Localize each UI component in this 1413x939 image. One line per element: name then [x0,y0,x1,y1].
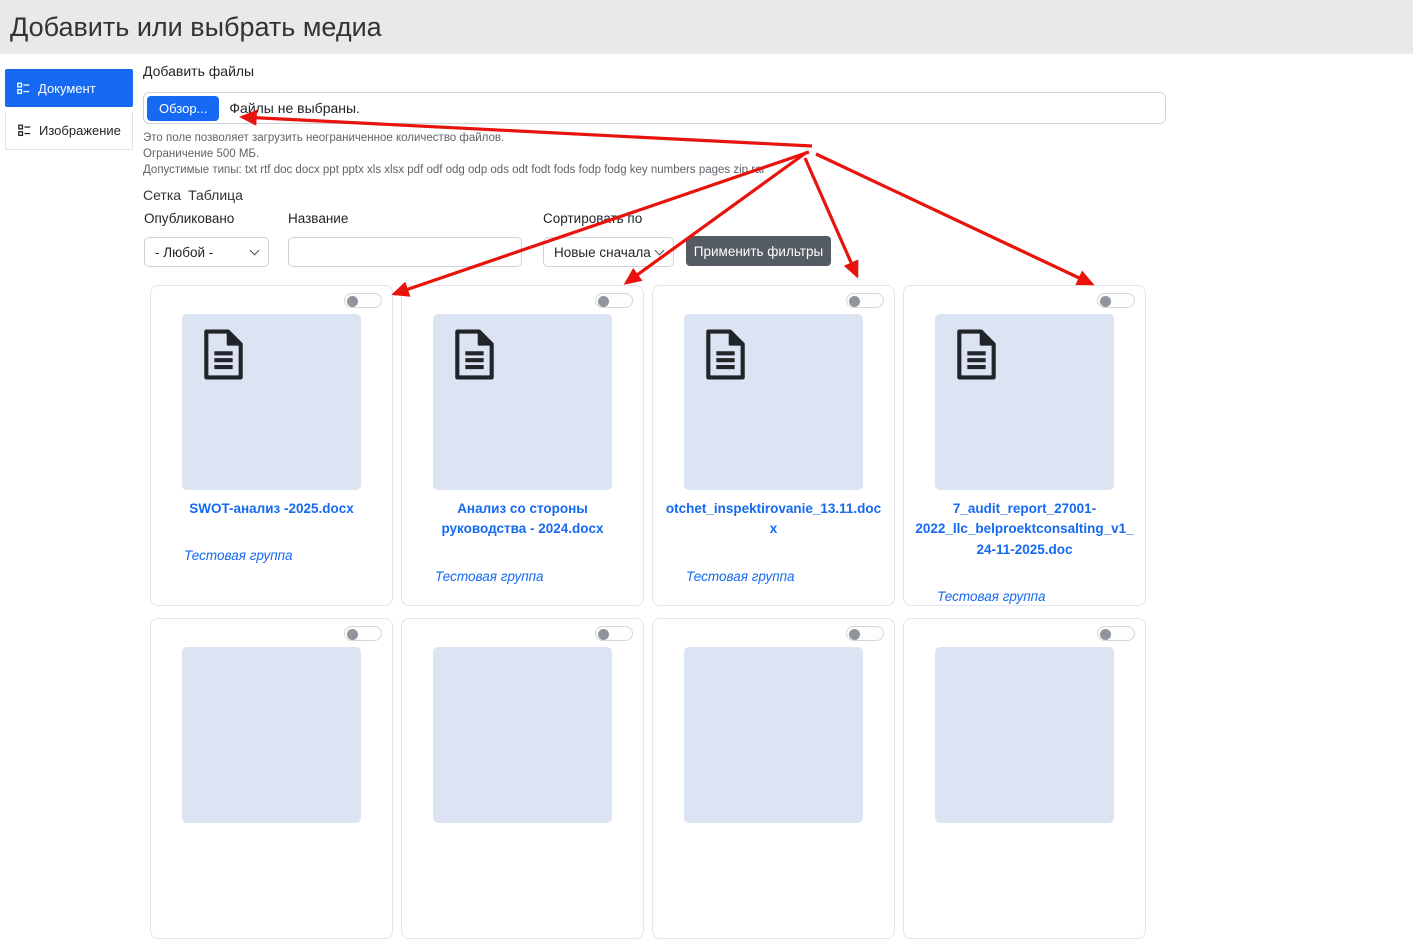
toggle-knob [347,296,358,307]
document-preview [433,647,612,823]
dialog-header: Добавить или выбрать медиа [0,0,1413,54]
browse-button[interactable]: Обзор... [147,96,219,121]
media-card: Анализ со стороны руководства - 2024.doc… [401,285,644,606]
group-row: Тестовая группа [435,568,643,586]
file-text-icon [196,326,251,383]
checklist-icon [18,124,31,137]
document-preview [684,647,863,823]
media-card [652,618,895,939]
toggle-knob [598,629,609,640]
group-row: Тестовая группа [184,547,392,565]
group-row: Тестовая группа [937,588,1145,606]
media-file-link[interactable]: otchet_inspektirovanie_13.11.docx [653,499,894,540]
chevron-down-icon [655,245,665,255]
file-text-icon [447,326,502,383]
sort-select[interactable]: Новые сначала [543,237,674,267]
toggle-knob [1100,296,1111,307]
tab-image[interactable]: Изображение [5,112,133,150]
toggle-knob [598,296,609,307]
published-filter-select[interactable]: - Любой - [144,237,269,267]
annotation-arrow-card4-toggle [816,154,1092,284]
toggle-knob [849,296,860,307]
group-row: Тестовая группа [686,568,894,586]
media-card: otchet_inspektirovanie_13.11.docx Тестов… [652,285,895,606]
media-card [150,618,393,939]
chevron-down-icon [250,245,260,255]
file-text-icon [949,326,1004,383]
select-media-toggle[interactable] [846,626,884,641]
page-title: Добавить или выбрать медиа [10,12,382,43]
help-line-limit: Ограничение 500 МБ. [143,146,765,162]
name-filter-input[interactable] [288,237,522,267]
document-preview [433,314,612,490]
media-group-link[interactable]: Тестовая группа [435,569,544,584]
select-media-toggle[interactable] [344,626,382,641]
media-grid: SWOT-анализ -2025.docx Тестовая группа А… [150,285,1146,939]
no-files-text: Файлы не выбраны. [229,100,360,116]
media-card [401,618,644,939]
select-media-toggle[interactable] [1097,626,1135,641]
upload-field-label: Добавить файлы [143,63,254,79]
media-file-link[interactable]: 7_audit_report_27001-2022_llc_belproektc… [904,499,1145,560]
document-preview [182,314,361,490]
tab-document-label: Документ [38,81,96,96]
document-preview [182,647,361,823]
select-media-toggle[interactable] [344,293,382,308]
upload-help-text: Это поле позволяет загрузить неограничен… [143,130,765,178]
published-filter-value: - Любой - [155,245,213,260]
media-card [903,618,1146,939]
name-filter-label: Название [288,211,348,226]
view-table-link[interactable]: Таблица [188,187,243,203]
published-filter-label: Опубликовано [144,211,234,226]
select-media-toggle[interactable] [595,293,633,308]
toggle-knob [1100,629,1111,640]
media-file-link[interactable]: SWOT-анализ -2025.docx [151,499,392,519]
media-file-link[interactable]: Анализ со стороны руководства - 2024.doc… [402,499,643,540]
checklist-icon [17,82,30,95]
apply-filters-button[interactable]: Применить фильтры [686,236,831,266]
view-grid-link[interactable]: Сетка [143,187,181,203]
select-media-toggle[interactable] [1097,293,1135,308]
help-line-unlimited: Это поле позволяет загрузить неограничен… [143,130,765,146]
media-group-link[interactable]: Тестовая группа [184,548,293,563]
select-media-toggle[interactable] [846,293,884,308]
file-text-icon [698,326,753,383]
sort-filter-label: Сортировать по [543,211,642,226]
file-upload-input[interactable]: Обзор... Файлы не выбраны. [143,92,1166,124]
toggle-knob [347,629,358,640]
document-preview [684,314,863,490]
view-switcher: Сетка Таблица [143,187,243,203]
help-line-types: Допустимые типы: txt rtf doc docx ppt pp… [143,162,765,178]
media-type-tabs: Документ Изображение [5,69,133,150]
media-group-link[interactable]: Тестовая группа [937,589,1046,604]
sort-select-value: Новые сначала [554,245,651,260]
media-card: 7_audit_report_27001-2022_llc_belproektc… [903,285,1146,606]
toggle-knob [849,629,860,640]
media-card: SWOT-анализ -2025.docx Тестовая группа [150,285,393,606]
document-preview [935,314,1114,490]
select-media-toggle[interactable] [595,626,633,641]
media-group-link[interactable]: Тестовая группа [686,569,795,584]
document-preview [935,647,1114,823]
tab-image-label: Изображение [39,123,121,138]
tab-document[interactable]: Документ [5,69,133,107]
